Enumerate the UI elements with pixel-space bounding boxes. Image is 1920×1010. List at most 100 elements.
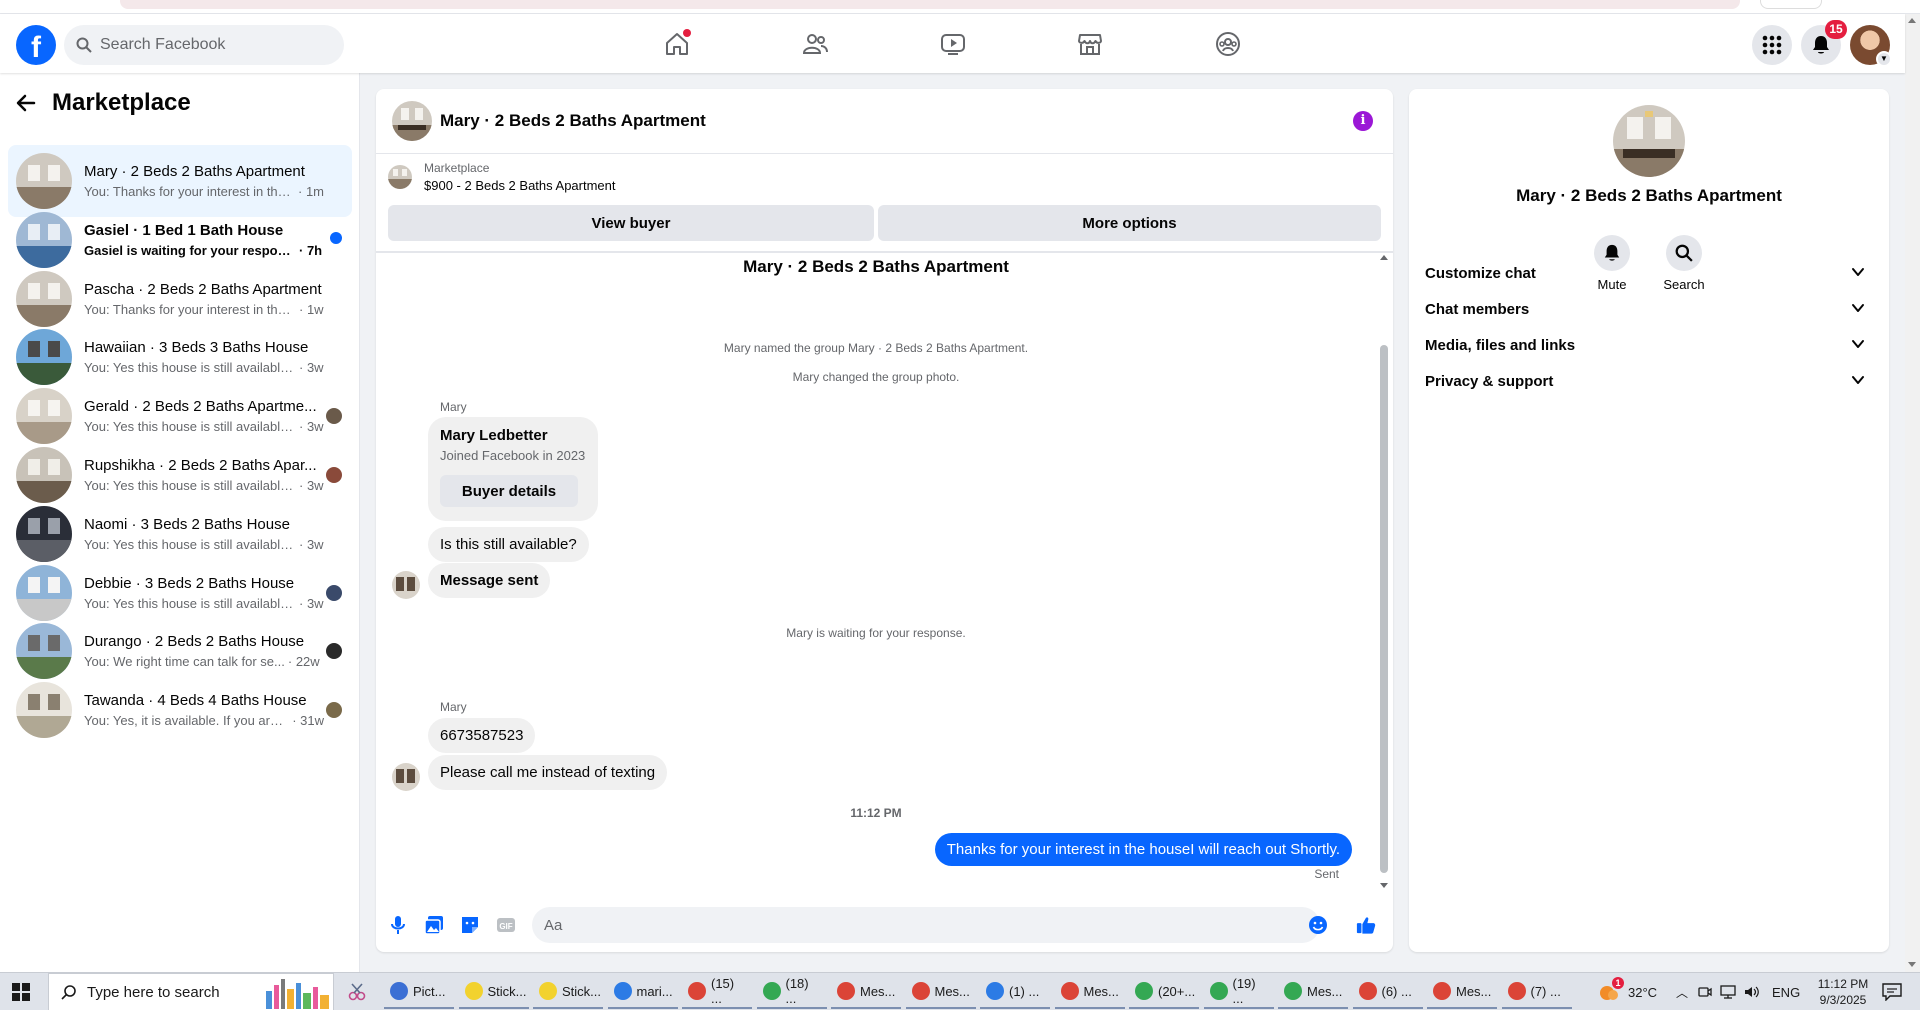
sender-avatar[interactable] — [392, 763, 420, 791]
conversation-thumbnail — [16, 564, 72, 621]
grid-icon — [1762, 35, 1782, 55]
chat-avatar[interactable] — [392, 101, 432, 141]
conversation-name: Hawaiian · 3 Beds 3 Baths House — [84, 339, 309, 357]
taskbar-app[interactable]: Mes... — [1278, 975, 1348, 1009]
app-icon — [1358, 982, 1377, 1000]
conversation-snippet: You: Thanks for your interest in the h..… — [84, 301, 296, 317]
emoji-icon[interactable] — [1308, 915, 1328, 935]
taskbar-search-input[interactable] — [87, 983, 247, 1001]
conversation-snippet: You: Yes this house is still available .… — [84, 419, 296, 435]
chat-info-avatar[interactable] — [1613, 105, 1685, 177]
taskbar-app-label: Mes... — [1083, 983, 1119, 999]
conversation-thumbnail — [16, 682, 72, 739]
search-icon — [61, 985, 76, 1000]
conversation-snippet: You: Yes this house is still available .… — [84, 595, 296, 611]
conversation-snippet: You: Yes this house is still available .… — [84, 478, 296, 493]
taskbar-app[interactable]: Stick... — [533, 975, 603, 1009]
conversation-thumbnail — [16, 329, 72, 386]
conversation-item[interactable]: Tawanda · 4 Beds 4 Baths House You: Yes, … — [8, 674, 352, 746]
gif-icon[interactable]: GIF — [496, 915, 516, 935]
microphone-icon[interactable] — [388, 915, 408, 935]
friends-icon[interactable] — [797, 26, 833, 62]
chevron-down-icon[interactable]: ▼ — [1876, 51, 1892, 67]
browser-address-bar[interactable] — [120, 0, 1740, 9]
taskbar-app-label: (18) ... — [785, 976, 809, 1006]
windows-start-icon[interactable] — [12, 983, 30, 1001]
taskbar-app[interactable]: Mes... — [1054, 975, 1125, 1009]
taskbar-app[interactable]: (1) ... — [980, 975, 1050, 1009]
temperature: 32°C — [1628, 984, 1658, 1000]
taskbar-app[interactable]: (6) ... — [1352, 975, 1423, 1009]
volume-icon[interactable] — [1744, 985, 1760, 999]
notification-center-icon[interactable] — [1882, 983, 1902, 1006]
taskbar-app[interactable]: Pict... — [384, 975, 454, 1009]
weather-widget[interactable]: 1 32°C — [1598, 973, 1657, 1010]
buyer-details-button[interactable]: Buyer details — [440, 475, 578, 507]
app-icon — [1135, 982, 1153, 1000]
taskbar-app[interactable]: Mes... — [831, 975, 901, 1009]
browser-profile-button[interactable] — [1760, 0, 1822, 9]
taskbar-app[interactable]: (7) ... — [1501, 975, 1572, 1009]
conversation-name: Debbie · 3 Beds 2 Baths House — [84, 574, 295, 592]
taskbar-app[interactable]: (20+... — [1129, 975, 1199, 1009]
view-buyer-button[interactable]: View buyer — [388, 205, 874, 241]
marketplace-icon[interactable] — [1072, 26, 1108, 62]
sender-avatar[interactable] — [392, 571, 420, 599]
search-input[interactable] — [100, 36, 320, 54]
info-icon[interactable]: i — [1353, 111, 1373, 131]
language-indicator[interactable]: ENG — [1772, 985, 1800, 1000]
taskbar-app-label: Mes... — [860, 983, 896, 999]
home-icon[interactable] — [659, 26, 695, 62]
scroll-down-arrow-icon[interactable] — [1380, 883, 1388, 888]
sticker-icon[interactable] — [460, 915, 480, 935]
facebook-search[interactable] — [64, 25, 344, 65]
facebook-logo-icon[interactable]: f — [16, 25, 56, 65]
page-scrollbar[interactable] — [1905, 14, 1920, 972]
network-icon[interactable] — [1720, 985, 1736, 999]
taskbar-clock[interactable]: 11:12 PM 9/3/2025 — [1808, 976, 1878, 1008]
listing-summary[interactable]: Marketplace $900 - 2 Beds 2 Baths Apartm… — [388, 161, 616, 193]
chat-title[interactable]: Mary · 2 Beds 2 Baths Apartment — [440, 111, 706, 131]
conversation-name: Naomi · 3 Beds 2 Baths House — [84, 515, 290, 533]
sidebar-header: Marketplace — [16, 89, 191, 117]
app-icon — [539, 982, 557, 1000]
chat-info-panel: Mary · 2 Beds 2 Baths Apartment Mute Sea… — [1409, 89, 1889, 952]
conversation-time: · 1w — [299, 301, 324, 317]
taskbar-app[interactable]: mari... — [607, 975, 678, 1009]
read-receipt-avatar — [326, 643, 342, 660]
taskbar-app[interactable]: (19) ... — [1203, 975, 1274, 1009]
scroll-up-arrow-icon[interactable] — [1908, 18, 1916, 23]
conversation-thumbnail — [16, 270, 72, 327]
taskbar-app[interactable]: (18) ... — [756, 975, 827, 1009]
groups-icon[interactable] — [1210, 26, 1246, 62]
taskbar-app-label: Mes... — [1307, 983, 1343, 999]
search-icon — [76, 37, 92, 53]
read-receipt-avatar — [326, 408, 342, 425]
conversation-name: Gasiel · 1 Bed 1 Bath House — [84, 221, 284, 239]
chevron-up-icon[interactable]: ︿ — [1676, 984, 1688, 1001]
meet-icon[interactable] — [1698, 985, 1712, 999]
taskbar-app[interactable]: Mes... — [905, 975, 976, 1009]
photo-icon[interactable] — [424, 915, 444, 935]
back-arrow-icon[interactable] — [16, 93, 36, 113]
taskbar-app[interactable]: Mes... — [1427, 975, 1497, 1009]
scroll-up-arrow-icon[interactable] — [1380, 255, 1388, 260]
chat-scrollbar[interactable] — [1378, 253, 1390, 893]
taskbar-app[interactable]: Stick... — [458, 975, 529, 1009]
menu-grid-button[interactable] — [1752, 25, 1792, 65]
like-icon[interactable] — [1356, 915, 1376, 935]
message-input[interactable] — [532, 907, 1320, 943]
notifications-button[interactable]: 15 — [1801, 20, 1847, 65]
info-section-privacy-support[interactable]: Privacy & support — [1417, 359, 1881, 403]
conversation-snippet: You: Yes this house is still available f… — [84, 360, 296, 376]
conversation-time: · 3w — [299, 478, 324, 493]
conversation-thumbnail — [16, 388, 72, 445]
snipping-tool-icon[interactable] — [348, 983, 366, 1001]
scroll-down-arrow-icon[interactable] — [1908, 962, 1916, 967]
app-icon — [837, 982, 855, 1000]
scroll-thumb[interactable] — [1380, 345, 1388, 873]
app-icon — [1060, 982, 1079, 1000]
video-icon[interactable] — [935, 26, 971, 62]
more-options-button[interactable]: More options — [878, 205, 1381, 241]
taskbar-app[interactable]: (15) ... — [682, 975, 752, 1009]
